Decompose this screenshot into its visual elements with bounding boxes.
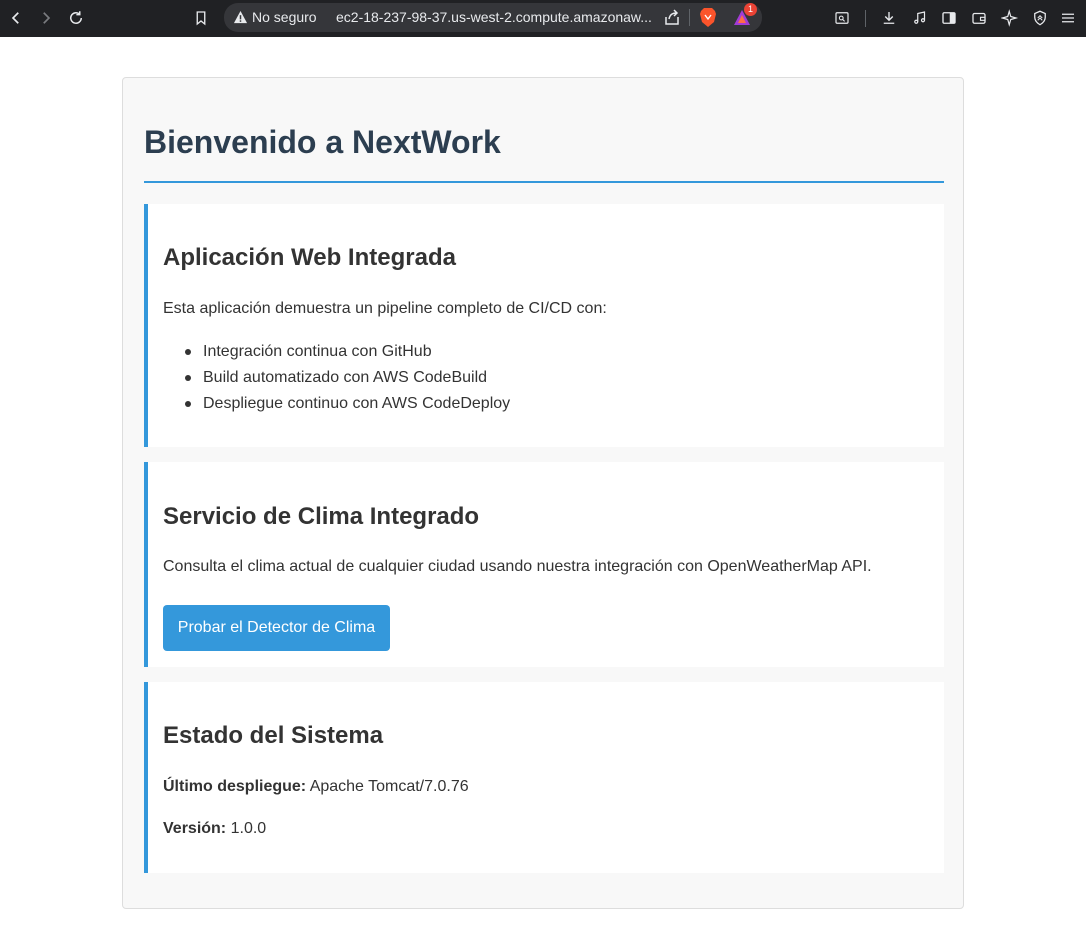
media-icon[interactable] [908, 6, 932, 30]
address-bar[interactable]: No seguro ec2-18-237-98-37.us-west-2.com… [224, 3, 762, 32]
version-value: 1.0.0 [230, 820, 267, 837]
app-card-intro: Esta aplicación demuestra un pipeline co… [163, 300, 607, 317]
last-deploy-label: Último despliegue: [163, 778, 307, 795]
page-container: Bienvenido a NextWork Aplicación Web Int… [122, 77, 964, 909]
app-info-card: Aplicación Web Integrada Esta aplicación… [144, 204, 944, 447]
app-card-heading: Aplicación Web Integrada [163, 244, 456, 271]
bookmark-icon[interactable] [189, 6, 213, 30]
warning-icon [233, 10, 248, 24]
forward-icon[interactable] [34, 6, 58, 30]
address-bar-divider [689, 9, 690, 26]
last-deploy-value: Apache Tomcat/7.0.76 [309, 778, 469, 795]
list-item: Integración continua con GitHub [163, 343, 510, 369]
version-label: Versión: [163, 820, 227, 837]
last-deploy-line: Último despliegue: Apache Tomcat/7.0.76 [163, 778, 469, 796]
url-text[interactable]: ec2-18-237-98-37.us-west-2.compute.amazo… [336, 9, 652, 25]
weather-service-card: Servicio de Clima Integrado Consulta el … [144, 462, 944, 667]
wallet-icon[interactable] [967, 6, 991, 30]
rewards-badge: 1 [744, 3, 757, 16]
vpn-shield-icon[interactable] [1028, 6, 1052, 30]
system-status-card: Estado del Sistema Último despliegue: Ap… [144, 682, 944, 873]
download-icon[interactable] [877, 6, 901, 30]
sidebar-icon[interactable] [937, 6, 961, 30]
weather-card-heading: Servicio de Clima Integrado [163, 503, 480, 530]
leo-ai-icon[interactable] [998, 6, 1022, 30]
status-card-heading: Estado del Sistema [163, 722, 384, 749]
version-line: Versión: 1.0.0 [163, 820, 266, 838]
share-icon[interactable] [662, 8, 682, 28]
list-item: Build automatizado con AWS CodeBuild [163, 369, 510, 395]
reader-mode-icon[interactable] [830, 6, 854, 30]
menu-icon[interactable] [1056, 6, 1080, 30]
page-title: Bienvenido a NextWork [144, 124, 501, 160]
toolbar-divider [865, 10, 866, 27]
weather-detector-button[interactable]: Probar el Detector de Clima [163, 605, 390, 651]
brave-shields-icon[interactable] [698, 7, 718, 28]
title-divider [144, 181, 944, 183]
feature-list: Integración continua con GitHub Build au… [163, 343, 510, 421]
back-icon[interactable] [4, 6, 28, 30]
list-item: Despliegue continuo con AWS CodeDeploy [163, 395, 510, 421]
browser-toolbar: No seguro ec2-18-237-98-37.us-west-2.com… [0, 0, 1086, 37]
reload-icon[interactable] [64, 6, 88, 30]
security-label[interactable]: No seguro [252, 9, 317, 25]
weather-card-description: Consulta el clima actual de cualquier ci… [163, 558, 872, 575]
